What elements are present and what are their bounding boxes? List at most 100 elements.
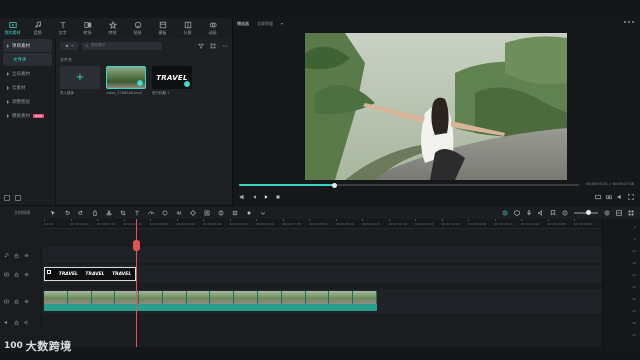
zoom-out-icon[interactable] — [562, 210, 568, 216]
more-tools-icon[interactable] — [260, 210, 266, 216]
toolbar-audio[interactable]: 音频 — [25, 18, 50, 38]
select-icon[interactable] — [50, 210, 56, 216]
toolbar-animation[interactable]: 动画 — [200, 18, 225, 38]
title-clip[interactable]: TRAVEL TRAVEL TRAVEL — [44, 267, 136, 281]
split-clip-icon[interactable] — [106, 209, 112, 216]
time-ruler[interactable]: 00:00 00:00:00:20 00:00:01:15 00:00:02:10 00… — [42, 219, 602, 229]
sidebar-footer — [4, 195, 21, 201]
zoom-slider[interactable] — [574, 210, 598, 216]
nav-cloud-media[interactable]: 云素材 — [3, 81, 52, 94]
progress-handle[interactable] — [331, 182, 337, 188]
toolbar-transition[interactable]: 转场 — [75, 18, 100, 38]
ruler-tick: 00:00:16:00 — [574, 219, 593, 226]
title-thumbnail-text: TRAVEL — [156, 73, 188, 82]
ai-tools-icon[interactable] — [204, 210, 210, 216]
eye-icon[interactable] — [24, 299, 29, 304]
previous-frame-icon[interactable] — [239, 194, 245, 200]
ruler-tick: 00:00:09:15 — [362, 219, 381, 226]
grid-view-icon[interactable] — [210, 43, 216, 49]
toolbar-template[interactable]: 模板 — [150, 18, 175, 38]
watermark-logo: 100 — [4, 341, 23, 351]
folder-icon[interactable] — [15, 195, 21, 201]
text-icon[interactable] — [134, 210, 140, 216]
search-input[interactable]: 搜索素材 — [82, 41, 162, 50]
more-icon[interactable] — [624, 21, 634, 23]
more-icon[interactable] — [222, 43, 228, 49]
video-frame — [44, 291, 68, 304]
redo-icon[interactable] — [78, 209, 84, 216]
lock-icon[interactable] — [14, 272, 19, 277]
toolbar-text[interactable]: 文字 — [50, 18, 75, 38]
add-folder-icon[interactable] — [4, 195, 10, 201]
undo-icon[interactable] — [64, 209, 70, 216]
stop-icon[interactable] — [275, 194, 281, 200]
playback-progress[interactable] — [239, 182, 579, 188]
progress-fill — [239, 184, 335, 186]
toolbar-sticker[interactable]: 贴纸 — [125, 18, 150, 38]
ruler-tick: 00:00:12:20 — [468, 219, 487, 226]
toolbar-split[interactable]: 分屏 — [175, 18, 200, 38]
zoom-in-icon[interactable] — [604, 210, 610, 216]
video-preview[interactable] — [305, 33, 567, 180]
fullscreen-icon[interactable] — [628, 194, 634, 200]
nav-folder[interactable]: 文件夹 — [3, 53, 52, 66]
lock-icon[interactable] — [14, 320, 19, 325]
title-thumbnail[interactable]: TRAVEL ✓ — [152, 66, 192, 89]
crop-icon[interactable] — [120, 210, 126, 216]
chevron-down-icon[interactable] — [281, 23, 283, 25]
toolbar-media[interactable]: 我的素材 — [0, 18, 25, 38]
filter-icon[interactable] — [198, 43, 204, 49]
title-clip-text: TRAVEL — [112, 271, 132, 277]
import-media-tile[interactable]: + — [60, 66, 100, 89]
speed-icon[interactable] — [148, 210, 154, 216]
color-icon[interactable] — [162, 210, 168, 216]
microphone-icon[interactable] — [526, 210, 532, 216]
zoom-slider-handle[interactable] — [586, 210, 591, 216]
search-placeholder: 搜索素材 — [91, 43, 105, 47]
audio-track-row[interactable] — [42, 247, 602, 263]
step-back-icon[interactable] — [251, 194, 257, 200]
total-time: 00:00:17:08 — [612, 182, 634, 186]
volume-icon[interactable] — [24, 319, 29, 325]
nav-template-media[interactable]: 模板素材 NEW — [3, 109, 52, 122]
record-icon[interactable] — [246, 210, 252, 216]
snap-icon[interactable] — [502, 210, 508, 216]
quality-icon[interactable] — [595, 194, 601, 200]
toolbar-effects[interactable]: 特效 — [100, 18, 125, 38]
eye-icon[interactable] — [24, 272, 29, 277]
volume-icon[interactable] — [617, 194, 623, 200]
ruler-tick: 00:00:04:00 — [176, 219, 195, 226]
marker-icon[interactable] — [550, 210, 556, 216]
media-icon — [8, 21, 17, 28]
lock-icon[interactable] — [14, 253, 19, 258]
tab-player[interactable]: 播放器 — [237, 21, 249, 27]
grid-icon[interactable] — [628, 210, 634, 216]
timeline-view-controls — [502, 210, 634, 216]
ruler-tick: 00:00:13:15 — [494, 219, 513, 226]
import-button[interactable] — [60, 41, 78, 50]
playhead-handle[interactable] — [133, 240, 140, 251]
delete-icon[interactable] — [92, 209, 98, 216]
video-thumbnail[interactable]: ✓ — [106, 66, 146, 89]
video-clip[interactable] — [44, 291, 377, 311]
meter-tick: -36 — [631, 297, 636, 301]
nav-global-media[interactable]: 全局素材 — [3, 67, 52, 80]
keyframe-icon[interactable] — [190, 209, 196, 216]
playhead[interactable] — [133, 219, 140, 347]
video-frame — [234, 291, 259, 304]
snapshot-icon[interactable] — [606, 194, 612, 200]
shield-icon[interactable] — [514, 210, 520, 216]
eye-icon[interactable] — [24, 253, 29, 258]
layout-icon[interactable] — [616, 210, 622, 216]
template-icon — [159, 21, 166, 28]
stabilize-icon[interactable] — [232, 210, 238, 216]
audio-adjust-icon[interactable] — [176, 210, 182, 216]
tab-quality[interactable]: 全屏质量 — [257, 21, 273, 27]
nav-adjustment-layer[interactable]: 调整图层 — [3, 95, 52, 108]
folder-heading: 文件夹 — [60, 57, 72, 62]
play-icon[interactable] — [263, 194, 269, 200]
mask-icon[interactable] — [218, 210, 224, 216]
voiceover-icon[interactable] — [538, 210, 544, 216]
nav-project-media[interactable]: 项目素材 — [3, 39, 52, 52]
lock-icon[interactable] — [14, 299, 19, 304]
